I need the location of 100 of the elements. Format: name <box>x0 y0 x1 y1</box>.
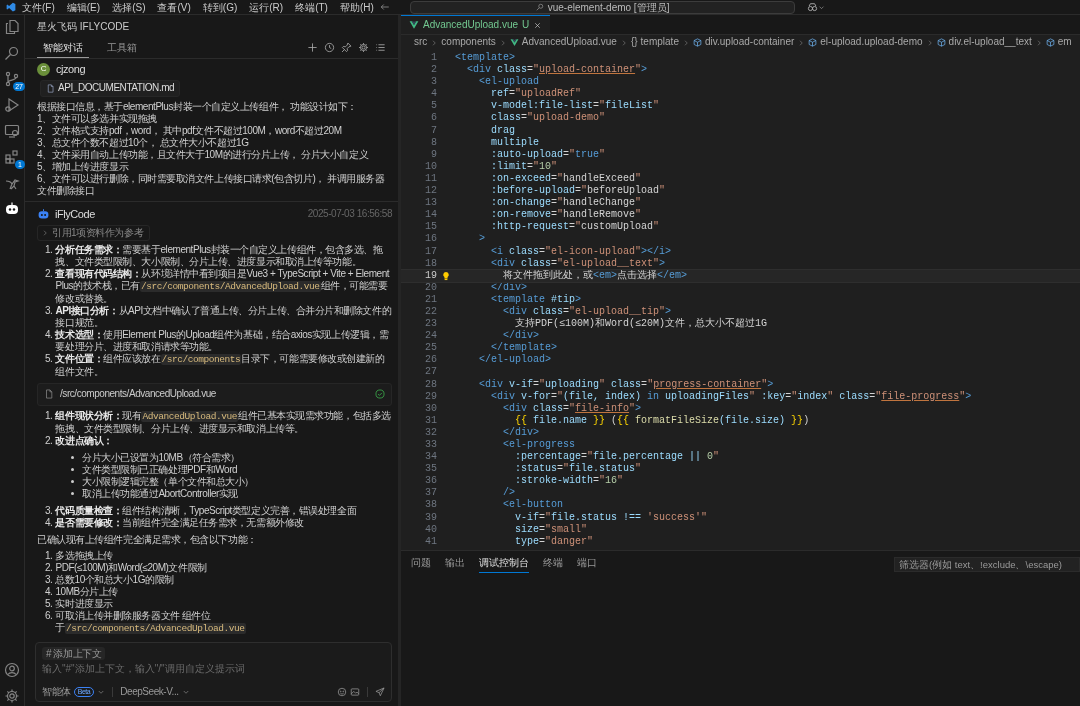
attachment-chip[interactable]: API_DOCUMENTATION.md <box>40 80 181 97</box>
breadcrumb-item[interactable]: AdvancedUpload.vue <box>521 36 617 49</box>
command-center-search[interactable]: vue-element-demo [管理员] <box>409 0 796 14</box>
line-number: 13 <box>424 197 437 210</box>
goggles-icon[interactable] <box>807 1 819 13</box>
menu-item[interactable]: 帮助(H) <box>333 0 380 14</box>
line-number: 37 <box>424 487 437 500</box>
line-number: 30 <box>424 402 437 415</box>
element-icon <box>692 38 702 47</box>
line-number: 35 <box>424 463 437 476</box>
code-line: <template #tip> <box>490 293 582 306</box>
code-line: <el-progress <box>502 439 576 452</box>
files-icon[interactable] <box>4 19 20 35</box>
breadcrumb-item[interactable]: div.upload-container <box>704 36 795 49</box>
list-number: 6. <box>45 610 53 623</box>
account-icon[interactable] <box>4 662 20 678</box>
search-icon[interactable] <box>4 45 20 61</box>
menu-item[interactable]: 查看(V) <box>151 0 197 14</box>
code-line: v-model:file-list="fileList" <box>490 100 660 112</box>
bullet-icon <box>71 480 74 483</box>
bullet-icon <box>71 492 74 495</box>
agent-selector[interactable]: 智能体 <box>42 685 71 698</box>
settings-icon[interactable] <box>4 688 20 704</box>
lightbulb-icon[interactable] <box>441 270 451 281</box>
line-number: 6 <box>430 112 437 125</box>
panel-tab[interactable]: 输出 <box>445 557 465 573</box>
image-icon[interactable] <box>350 686 360 697</box>
emoji-icon[interactable] <box>337 686 347 697</box>
code-line: :on-change="handleChange" <box>490 197 642 209</box>
user-name: cjzong <box>56 62 86 77</box>
list-item-text: API接口分析：从API文档中确认了普通上传、分片上传、合并分片和删除文件的接口规范。 <box>55 305 392 329</box>
code-line: class="upload-demo" <box>490 112 606 125</box>
reference-toggle[interactable]: 引用1项资料作为参考 <box>37 224 151 241</box>
line-number: 34 <box>424 451 437 464</box>
sidebar-tab[interactable]: 工具箱 <box>101 37 143 58</box>
element-icon <box>1045 38 1055 47</box>
line-number: 27 <box>424 366 437 379</box>
code-line: <template> <box>455 52 515 64</box>
run-debug-icon[interactable] <box>4 97 20 113</box>
panel-tab[interactable]: 问题 <box>411 557 431 573</box>
panel-tab[interactable]: 调试控制台 <box>479 557 529 573</box>
settings-icon[interactable] <box>358 42 369 53</box>
menu-item[interactable]: 编辑(E) <box>60 0 107 14</box>
line-number: 26 <box>424 354 437 367</box>
context-chip[interactable]: # 添加上下文 <box>42 646 106 660</box>
close-icon[interactable] <box>533 20 543 30</box>
list-number: 5. <box>45 353 53 366</box>
menu-item[interactable]: 运行(R) <box>243 0 290 14</box>
code-line: multiple <box>490 136 539 149</box>
model-selector[interactable]: DeepSeek-V... <box>120 685 179 698</box>
breadcrumb-item[interactable]: src <box>414 36 428 49</box>
menu-item[interactable]: 转到(G) <box>196 0 244 14</box>
list-item-text: PDF(≤100M)和Word(≤20M)文件限制 <box>55 562 207 574</box>
search-icon <box>535 3 544 11</box>
panel-tab[interactable]: 终端 <box>543 557 563 573</box>
extensions-icon[interactable] <box>4 149 20 165</box>
code-line: /> <box>502 487 515 499</box>
send-icon[interactable] <box>375 686 385 697</box>
editor-tab[interactable]: AdvancedUpload.vue U <box>401 15 551 34</box>
menu-item[interactable]: 文件(F) <box>16 0 61 14</box>
list-number: 4. <box>45 329 53 342</box>
breadcrumb-item[interactable]: template <box>640 36 679 49</box>
message-text: 已确认现有上传组件完全满足需求，包含以下功能： <box>37 533 258 546</box>
line-number: 22 <box>424 305 437 319</box>
list-item-text: 可取消上传并删除服务器文件 组件位于/src/components/AdvancedUpload.vue <box>55 610 247 635</box>
panel-tab[interactable]: 端口 <box>577 557 597 573</box>
code-line: :stroke-width="16" <box>515 475 624 488</box>
code-line: size="small" <box>514 523 588 536</box>
list-number: 3. <box>45 305 53 318</box>
breadcrumb-item[interactable]: div.el-upload__text <box>948 36 1032 49</box>
breadcrumb-item[interactable]: em <box>1057 36 1072 49</box>
line-number: 16 <box>424 233 437 246</box>
sidebar-tab[interactable]: 智能对话 <box>37 37 89 58</box>
pin-icon[interactable] <box>341 42 352 53</box>
code-line: {{ file.name }} ({{ formatFileSize(file.size) }}) <box>514 414 810 427</box>
app-logo-icon <box>6 2 16 12</box>
plus-icon[interactable] <box>307 42 318 53</box>
list-icon[interactable] <box>375 42 386 53</box>
history-icon[interactable] <box>324 42 335 53</box>
list-item-text: 分析任务需求：需要基于elementPlus封装一个自定义上传组件，包含多选、拖拽、文件类型限制、大小限制、分片上传、进度显示和取消上传等功能。 <box>55 244 384 268</box>
list-number: 5. <box>45 598 53 610</box>
message-text: 3、总文件个数不超过10个， 总文件大小不超过1G <box>37 136 250 149</box>
breadcrumb-item[interactable]: components <box>441 36 496 49</box>
code-line: :auto-upload="true" <box>490 148 606 161</box>
robot-icon[interactable] <box>4 201 20 217</box>
menu-item[interactable]: 选择(S) <box>106 0 152 14</box>
filter-field[interactable]: 筛选器(例如 text、!exclude、\escape) <box>894 557 1080 572</box>
file-card[interactable]: /src/components/AdvancedUpload.vue <box>37 383 392 406</box>
code-line: <div v-for="(file, index) in uploadingFiles" :key="index" class="file-progress"> <box>490 390 972 403</box>
line-number: 8 <box>430 136 437 149</box>
back-icon[interactable] <box>379 2 390 12</box>
panel-title: 星火飞码 IFLYCODE <box>36 20 131 34</box>
menu-item[interactable]: 终端(T) <box>289 0 334 14</box>
breadcrumb-item[interactable]: el-upload.upload-demo <box>820 36 923 49</box>
list-item-text: 实时进度显示 <box>55 598 113 610</box>
code-line: </div> <box>490 281 527 294</box>
code-line: :before-upload="beforeUpload" <box>490 185 666 197</box>
code-line: :http-request="customUpload" <box>490 221 660 234</box>
monitor-icon[interactable] <box>4 123 20 139</box>
message-text: 1、文件可以多选并实现拖拽 <box>37 112 158 125</box>
